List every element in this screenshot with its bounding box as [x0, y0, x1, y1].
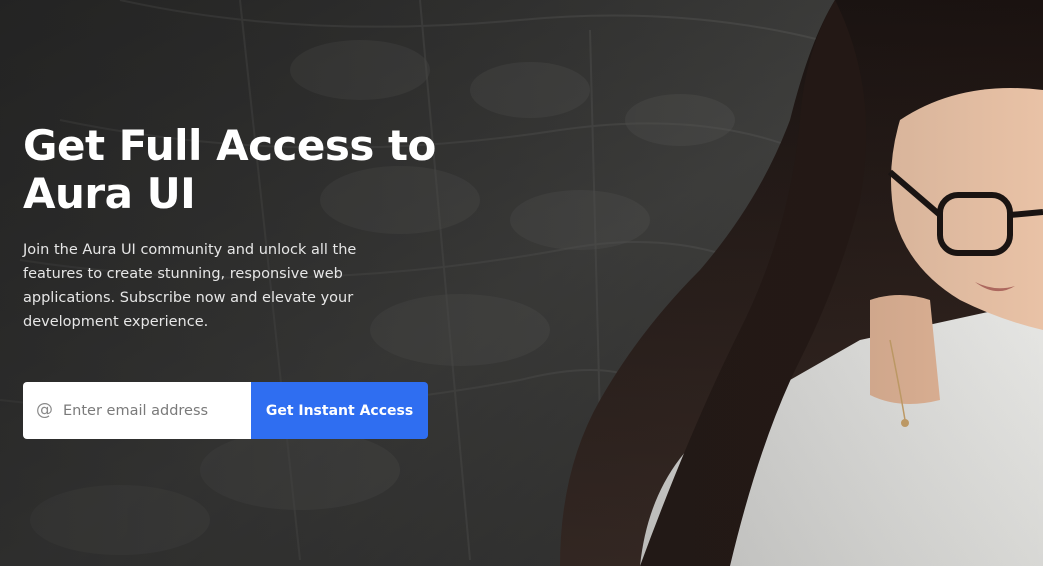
get-instant-access-button[interactable]: Get Instant Access	[251, 382, 428, 439]
at-icon: @	[36, 400, 53, 420]
hero-content: Get Full Access to Aura UI Join the Aura…	[23, 122, 463, 334]
email-field[interactable]: @	[23, 382, 251, 439]
page-title: Get Full Access to Aura UI	[23, 122, 463, 218]
title-line-2: Aura UI	[23, 169, 196, 218]
signup-form: @ Get Instant Access	[23, 382, 428, 439]
hero-section: Get Full Access to Aura UI Join the Aura…	[0, 0, 1043, 566]
title-line-1: Get Full Access to	[23, 121, 436, 170]
email-input[interactable]	[63, 402, 243, 419]
hero-description: Join the Aura UI community and unlock al…	[23, 242, 357, 330]
